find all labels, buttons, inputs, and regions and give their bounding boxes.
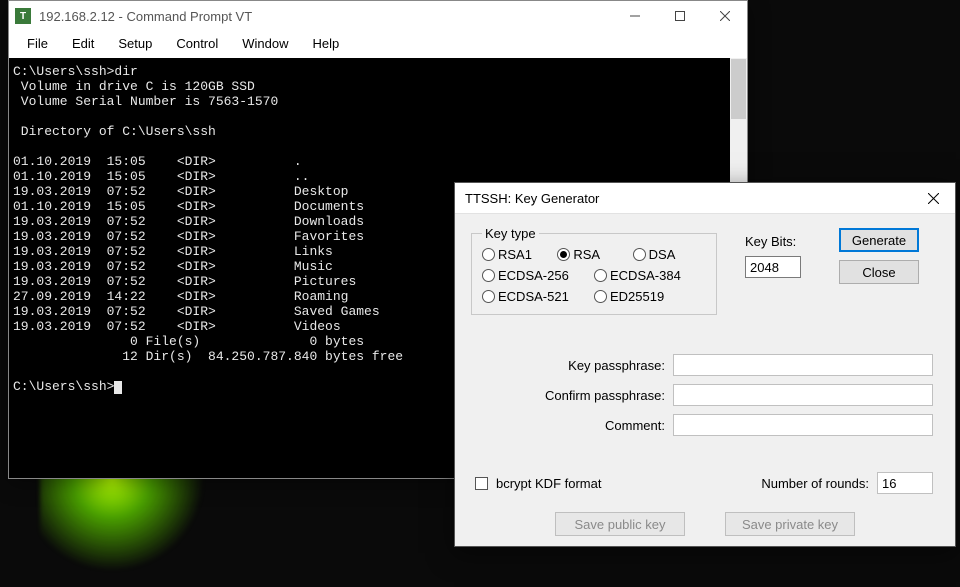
scrollbar-thumb[interactable]: [731, 59, 746, 119]
dialog-close-button[interactable]: [911, 183, 955, 214]
keybits-label: Key Bits:: [745, 234, 796, 249]
radio-dsa[interactable]: DSA: [633, 247, 706, 262]
menu-setup[interactable]: Setup: [108, 34, 162, 53]
passphrase-form: Key passphrase: Confirm passphrase: Comm…: [471, 354, 933, 444]
radio-icon: [633, 248, 646, 261]
menu-file[interactable]: File: [17, 34, 58, 53]
radio-icon: [557, 248, 570, 261]
save-public-key-button[interactable]: Save public key: [555, 512, 685, 536]
terminal-titlebar[interactable]: T 192.168.2.12 - Command Prompt VT: [9, 1, 747, 31]
maximize-icon: [675, 11, 685, 21]
maximize-button[interactable]: [657, 1, 702, 31]
passphrase-label: Key passphrase:: [568, 358, 665, 373]
dialog-title: TTSSH: Key Generator: [465, 191, 911, 206]
terminal-menubar: File Edit Setup Control Window Help: [9, 31, 747, 58]
generate-button[interactable]: Generate: [839, 228, 919, 252]
radio-ecdsa521[interactable]: ECDSA-521: [482, 289, 594, 304]
key-type-legend: Key type: [482, 226, 539, 241]
dialog-titlebar[interactable]: TTSSH: Key Generator: [455, 183, 955, 214]
terminal-output: C:\Users\ssh>dir Volume in drive C is 12…: [13, 64, 403, 394]
radio-ecdsa384[interactable]: ECDSA-384: [594, 268, 706, 283]
rounds-input[interactable]: [877, 472, 933, 494]
rounds-label: Number of rounds:: [761, 476, 869, 491]
confirm-passphrase-input[interactable]: [673, 384, 933, 406]
key-type-group: Key type RSA1 RSA DSA ECDSA-256 ECDSA-38…: [471, 226, 717, 315]
comment-input[interactable]: [673, 414, 933, 436]
bcrypt-checkbox[interactable]: [475, 477, 488, 490]
menu-edit[interactable]: Edit: [62, 34, 104, 53]
menu-control[interactable]: Control: [166, 34, 228, 53]
radio-rsa[interactable]: RSA: [557, 247, 630, 262]
radio-icon: [594, 290, 607, 303]
menu-window[interactable]: Window: [232, 34, 298, 53]
radio-ecdsa256[interactable]: ECDSA-256: [482, 268, 594, 283]
radio-icon: [482, 248, 495, 261]
radio-icon: [594, 269, 607, 282]
passphrase-input[interactable]: [673, 354, 933, 376]
minimize-icon: [630, 11, 640, 21]
radio-icon: [482, 269, 495, 282]
confirm-passphrase-label: Confirm passphrase:: [545, 388, 665, 403]
close-button[interactable]: [702, 1, 747, 31]
save-buttons-row: Save public key Save private key: [455, 512, 955, 536]
kdf-row: bcrypt KDF format Number of rounds:: [475, 472, 933, 494]
terminal-cursor: [114, 381, 122, 394]
key-generator-dialog: TTSSH: Key Generator Key type RSA1 RSA D…: [454, 182, 956, 547]
keybits-input[interactable]: [745, 256, 801, 278]
app-icon: T: [15, 8, 31, 24]
terminal-title: 192.168.2.12 - Command Prompt VT: [39, 9, 612, 24]
comment-label: Comment:: [605, 418, 665, 433]
save-private-key-button[interactable]: Save private key: [725, 512, 855, 536]
close-button[interactable]: Close: [839, 260, 919, 284]
radio-icon: [482, 290, 495, 303]
radio-rsa1[interactable]: RSA1: [482, 247, 555, 262]
menu-help[interactable]: Help: [303, 34, 350, 53]
close-icon: [720, 11, 730, 21]
close-icon: [928, 193, 939, 204]
minimize-button[interactable]: [612, 1, 657, 31]
dialog-body: Key type RSA1 RSA DSA ECDSA-256 ECDSA-38…: [455, 214, 955, 546]
bcrypt-label: bcrypt KDF format: [496, 476, 601, 491]
radio-ed25519[interactable]: ED25519: [594, 289, 706, 304]
